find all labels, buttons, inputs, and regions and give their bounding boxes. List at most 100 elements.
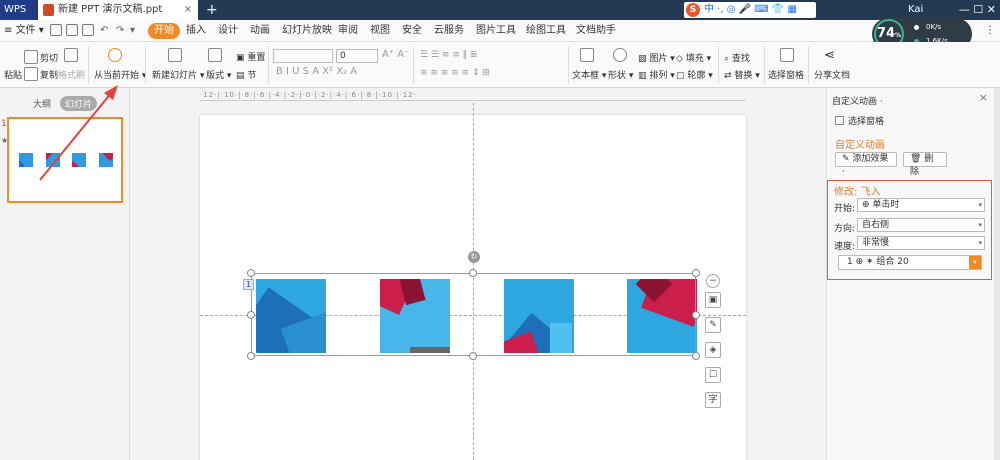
ime-toolbar[interactable]: S 中 ·, ◎ 🎤 ⌨ 👕 ▦	[684, 2, 816, 18]
outline-button[interactable]: ▢ 轮廓 ▾	[676, 68, 713, 81]
shape-icon	[613, 48, 627, 62]
cut-button[interactable]: 剪切	[40, 51, 58, 64]
preview-icon[interactable]	[82, 24, 94, 36]
menu-security[interactable]: 安全	[402, 20, 422, 42]
close-tab-icon[interactable]: ×	[184, 0, 192, 20]
speed-value: 非常慢	[862, 238, 890, 248]
redo-icon[interactable]: ↷	[116, 20, 124, 42]
direction-value: 自右侧	[862, 220, 890, 230]
menu-drawing-tools[interactable]: 绘图工具	[526, 20, 566, 42]
section-button[interactable]: ▤ 节	[236, 68, 256, 81]
slide-thumbnail-1[interactable]	[7, 117, 123, 203]
arrange-button[interactable]: ▥ 排列 ▾	[638, 68, 675, 81]
chevron-down-icon: ▾	[978, 221, 982, 229]
more-icon[interactable]: ⋮	[985, 20, 995, 42]
user-name[interactable]: Kai	[908, 0, 923, 20]
shape-button[interactable]: 形状 ▾	[608, 68, 633, 81]
new-slide-button[interactable]: 新建幻灯片 ▾	[152, 68, 204, 81]
fill-button[interactable]: ◇ 填充 ▾	[676, 51, 711, 64]
fill-icon[interactable]: ◈	[705, 342, 721, 358]
replace-label: 替换	[734, 71, 753, 81]
font-size-combo[interactable]: 0	[336, 49, 378, 63]
separator	[88, 46, 89, 84]
resize-handle[interactable]	[247, 352, 255, 360]
menu-slideshow[interactable]: 幻灯片放映	[282, 20, 332, 42]
tab-outline[interactable]: 大纲	[28, 96, 56, 111]
menu-file[interactable]: ≡ 文件 ▾	[4, 20, 44, 42]
reset-button[interactable]: ▣ 重置	[236, 50, 265, 63]
pane-title[interactable]: 自定义动画 ·	[832, 94, 883, 107]
menu-review[interactable]: 审阅	[338, 20, 358, 42]
resize-handle[interactable]	[469, 269, 477, 277]
menu-view[interactable]: 视图	[370, 20, 390, 42]
menu-doc-assistant[interactable]: 文档助手	[576, 20, 616, 42]
fill-label: 填充	[685, 54, 704, 64]
item-dropdown-icon[interactable]: ▾	[969, 256, 981, 269]
undo-icon[interactable]: ↶	[100, 20, 108, 42]
document-tab[interactable]: 新建 PPT 演示文稿.ppt ×	[38, 0, 198, 20]
new-tab-button[interactable]: +	[206, 0, 218, 20]
replace-button[interactable]: ⇄ 替换 ▾	[724, 68, 760, 81]
text-icon[interactable]: 字	[705, 392, 721, 408]
menu-animation[interactable]: 动画	[250, 20, 270, 42]
selection-pane-button[interactable]: 选择窗格	[768, 68, 804, 81]
format-painter-button[interactable]: 格式刷	[58, 68, 85, 81]
animation-order-badge[interactable]: 1	[243, 279, 254, 290]
paragraph-tools[interactable]: ☰ ☰ ≡ ≡ ‖ ≣	[420, 50, 478, 60]
alignment-tools[interactable]: ≡ ≡ ≡ ≡ ≡ ⇕ ⊞	[420, 68, 490, 78]
format-buttons[interactable]: B I U S A X² X₂ A	[276, 66, 357, 77]
share-doc-button[interactable]: 分享文档	[814, 68, 850, 81]
find-button[interactable]: ⌕ 查找	[724, 51, 750, 64]
add-effect-button[interactable]: ✎ 添加效果 ·	[835, 152, 897, 177]
menu-insert[interactable]: 插入	[186, 20, 206, 42]
animation-item-label: 1 ⊕ ✶ 组合 20	[847, 257, 909, 267]
resize-handle[interactable]	[247, 269, 255, 277]
new-slide-icon	[168, 48, 182, 62]
textbox-button[interactable]: 文本框 ▾	[572, 68, 606, 81]
picture-button[interactable]: ▨ 图片 ▾	[638, 51, 675, 64]
chevron-down-icon: ▾	[978, 239, 982, 247]
start-select[interactable]: ⊕ 单击时 ▾	[857, 198, 985, 212]
cut-icon	[24, 50, 38, 64]
wps-home-tab[interactable]: WPS	[0, 0, 36, 20]
speed-select[interactable]: 非常慢 ▾	[857, 236, 985, 250]
from-current-button[interactable]: 从当前开始 ▾	[94, 68, 146, 81]
menu-home[interactable]: 开始	[148, 23, 180, 39]
group-selection-frame[interactable]	[251, 273, 696, 356]
horizontal-ruler[interactable]: ·12·|·10·|·8·|·6·|·4·|·2·|·0·|·2·|·4·|·6…	[200, 91, 746, 101]
copy-button[interactable]: 复制	[40, 68, 58, 81]
collapse-icon[interactable]: −	[706, 274, 720, 288]
delete-button[interactable]: 🗑 删除	[903, 152, 947, 177]
shape-style-icon[interactable]: ▣	[705, 292, 721, 308]
find-label: 查找	[731, 54, 750, 64]
paste-button[interactable]: 粘贴	[4, 68, 22, 81]
menu-picture-tools[interactable]: 图片工具	[476, 20, 516, 42]
rotate-handle-icon[interactable]: ↻	[468, 251, 480, 263]
resize-handle[interactable]	[469, 352, 477, 360]
slide-thumbnail-pane: 大纲 幻灯片 1 ★	[0, 88, 130, 460]
sogou-icon: S	[686, 3, 700, 17]
window-controls[interactable]: — ☐ ✕	[959, 0, 996, 20]
animation-list-item[interactable]: 1 ⊕ ✶ 组合 20 ▾	[838, 255, 982, 270]
start-value: 单击时	[872, 200, 900, 210]
textbox-label: 文本框	[572, 71, 600, 81]
menu-design[interactable]: 设计	[218, 20, 238, 42]
edit-pen-icon[interactable]: ✎	[705, 317, 721, 333]
resize-handle[interactable]	[692, 269, 700, 277]
tab-slides[interactable]: 幻灯片	[60, 96, 98, 111]
font-name-combo[interactable]	[273, 49, 333, 63]
selection-pane-link[interactable]: 选择窗格	[835, 114, 884, 127]
menu-cloud[interactable]: 云服务	[434, 20, 464, 42]
font-grow-icon[interactable]: A⁺ A⁻	[382, 49, 409, 60]
resize-handle[interactable]	[247, 311, 255, 319]
outline-icon[interactable]: ☐	[705, 367, 721, 383]
close-pane-icon[interactable]: ×	[979, 91, 988, 104]
right-side-strip	[994, 88, 1000, 460]
direction-select[interactable]: 自右侧 ▾	[857, 218, 985, 232]
layout-button[interactable]: 版式 ▾	[206, 68, 231, 81]
resize-handle[interactable]	[692, 352, 700, 360]
qat-more-icon[interactable]: ▾	[130, 20, 135, 42]
save-icon[interactable]	[50, 24, 62, 36]
resize-handle[interactable]	[692, 311, 700, 319]
print-icon[interactable]	[66, 24, 78, 36]
